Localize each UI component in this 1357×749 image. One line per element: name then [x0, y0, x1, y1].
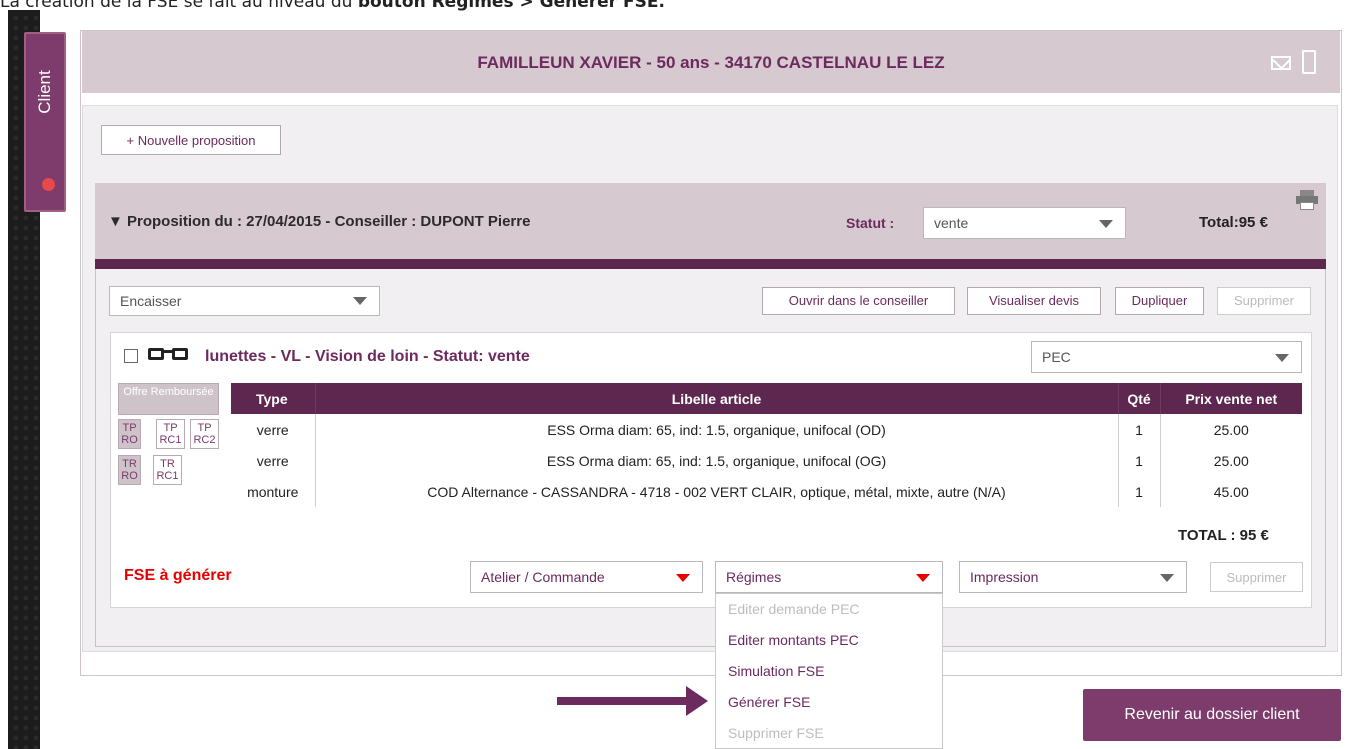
- proposal-total: Total:95 €: [1199, 214, 1268, 231]
- menu-item-editer-montants-pec[interactable]: Editer montants PEC: [716, 625, 942, 656]
- col-header-type: Type: [231, 383, 315, 414]
- offer-reimbursed-badge[interactable]: Offre Remboursée: [118, 383, 219, 415]
- table-row[interactable]: verre ESS Orma diam: 65, ind: 1.5, organ…: [231, 414, 1302, 445]
- new-proposal-button[interactable]: + Nouvelle proposition: [101, 125, 281, 155]
- pec-select[interactable]: PEC: [1031, 341, 1302, 373]
- item-checkbox[interactable]: [124, 349, 138, 363]
- client-header: FAMILLEUN XAVIER - 50 ans - 34170 CASTEL…: [82, 31, 1340, 93]
- table-row[interactable]: monture COD Alternance - CASSANDRA - 471…: [231, 476, 1302, 507]
- page-caption: La création de la FSE se fait au niveau …: [0, 0, 665, 12]
- tr-rc1-box[interactable]: TR RC1: [153, 455, 182, 485]
- status-dot-icon: [42, 178, 55, 191]
- glasses-icon: [148, 346, 192, 362]
- menu-item-simulation-fse[interactable]: Simulation FSE: [716, 656, 942, 687]
- view-quote-button[interactable]: Visualiser devis: [967, 287, 1101, 315]
- table-header-row: Type Libelle article Qté Prix vente net: [231, 383, 1302, 414]
- printer-icon[interactable]: [1296, 190, 1318, 210]
- cell-libelle: COD Alternance - CASSANDRA - 4718 - 002 …: [314, 476, 1118, 507]
- chevron-down-icon: [353, 297, 367, 305]
- client-name: FAMILLEUN XAVIER - 50 ans - 34170 CASTEL…: [477, 53, 945, 72]
- client-tab-label: Client: [35, 70, 54, 114]
- col-header-qte: Qté: [1117, 383, 1160, 414]
- tp-ro-box[interactable]: TP RO: [118, 419, 141, 449]
- statut-value: vente: [934, 215, 969, 231]
- regimes-dropdown-menu: Editer demande PEC Editer montants PEC S…: [715, 593, 943, 749]
- delete-proposal-button[interactable]: Supprimer: [1217, 287, 1311, 315]
- cell-libelle: ESS Orma diam: 65, ind: 1.5, organique, …: [314, 445, 1118, 476]
- cell-type: monture: [247, 483, 299, 500]
- cell-type: verre: [256, 421, 289, 438]
- impression-select[interactable]: Impression: [959, 561, 1187, 593]
- statut-select[interactable]: vente: [923, 207, 1126, 239]
- pointer-arrow-icon: [557, 697, 687, 705]
- encaisser-label: Encaisser: [120, 293, 182, 309]
- menu-item-generer-fse[interactable]: Générer FSE: [716, 687, 942, 718]
- col-header-libelle: Libelle article: [314, 383, 1118, 414]
- impression-label: Impression: [970, 569, 1039, 585]
- caption-text: La création de la FSE se fait au niveau …: [0, 0, 358, 12]
- duplicate-button[interactable]: Dupliquer: [1115, 287, 1204, 315]
- pointer-arrow-head-icon: [686, 686, 708, 716]
- caption-bold-text: bouton Régimes > Générer FSE.: [357, 0, 665, 12]
- cell-prix: 45.00: [1159, 476, 1302, 507]
- items-table: Type Libelle article Qté Prix vente net …: [231, 383, 1302, 507]
- menu-item-supprimer-fse[interactable]: Supprimer FSE: [716, 718, 942, 749]
- tp-rc1-box[interactable]: TP RC1: [156, 419, 185, 449]
- table-row[interactable]: verre ESS Orma diam: 65, ind: 1.5, organ…: [231, 445, 1302, 476]
- cell-prix: 25.00: [1159, 445, 1302, 476]
- atelier-commande-select[interactable]: Atelier / Commande: [470, 561, 703, 593]
- col-header-prix: Prix vente net: [1159, 383, 1302, 414]
- proposal-header: ▼ Proposition du : 27/04/2015 - Conseill…: [95, 183, 1326, 259]
- delete-item-button[interactable]: Supprimer: [1210, 562, 1303, 592]
- pec-value: PEC: [1042, 349, 1071, 365]
- fse-status-label: FSE à générer: [124, 567, 232, 584]
- cell-qte: 1: [1117, 445, 1160, 476]
- cell-prix: 25.00: [1159, 414, 1302, 445]
- cell-libelle: ESS Orma diam: 65, ind: 1.5, organique, …: [314, 414, 1118, 445]
- chevron-down-icon: [1275, 354, 1289, 362]
- atelier-label: Atelier / Commande: [481, 569, 605, 585]
- back-to-client-button[interactable]: Revenir au dossier client: [1083, 689, 1341, 741]
- chevron-down-icon: [1099, 220, 1113, 228]
- proposal-title[interactable]: ▼ Proposition du : 27/04/2015 - Conseill…: [108, 213, 530, 230]
- phone-icon[interactable]: [1302, 50, 1316, 74]
- chevron-down-icon: [1160, 574, 1174, 582]
- chevron-down-icon: [916, 574, 930, 582]
- regimes-select[interactable]: Régimes: [715, 561, 943, 593]
- proposal-divider: [95, 259, 1326, 269]
- tp-rc2-box[interactable]: TP RC2: [190, 419, 219, 449]
- cell-qte: 1: [1117, 414, 1160, 445]
- client-side-tab[interactable]: Client: [24, 32, 66, 212]
- statut-label: Statut :: [846, 215, 895, 231]
- open-in-advisor-button[interactable]: Ouvrir dans le conseiller: [762, 287, 955, 315]
- regimes-label: Régimes: [726, 569, 782, 585]
- envelope-icon[interactable]: [1271, 56, 1291, 70]
- encaisser-select[interactable]: Encaisser: [109, 286, 380, 316]
- chevron-down-icon: [676, 574, 690, 582]
- tr-ro-box[interactable]: TR RO: [118, 455, 141, 485]
- item-title: lunettes - VL - Vision de loin - Statut:…: [205, 348, 530, 365]
- cell-qte: 1: [1117, 476, 1160, 507]
- menu-item-editer-demande-pec[interactable]: Editer demande PEC: [716, 594, 942, 625]
- item-total: TOTAL : 95 €: [1178, 527, 1269, 544]
- cell-type: verre: [256, 452, 289, 469]
